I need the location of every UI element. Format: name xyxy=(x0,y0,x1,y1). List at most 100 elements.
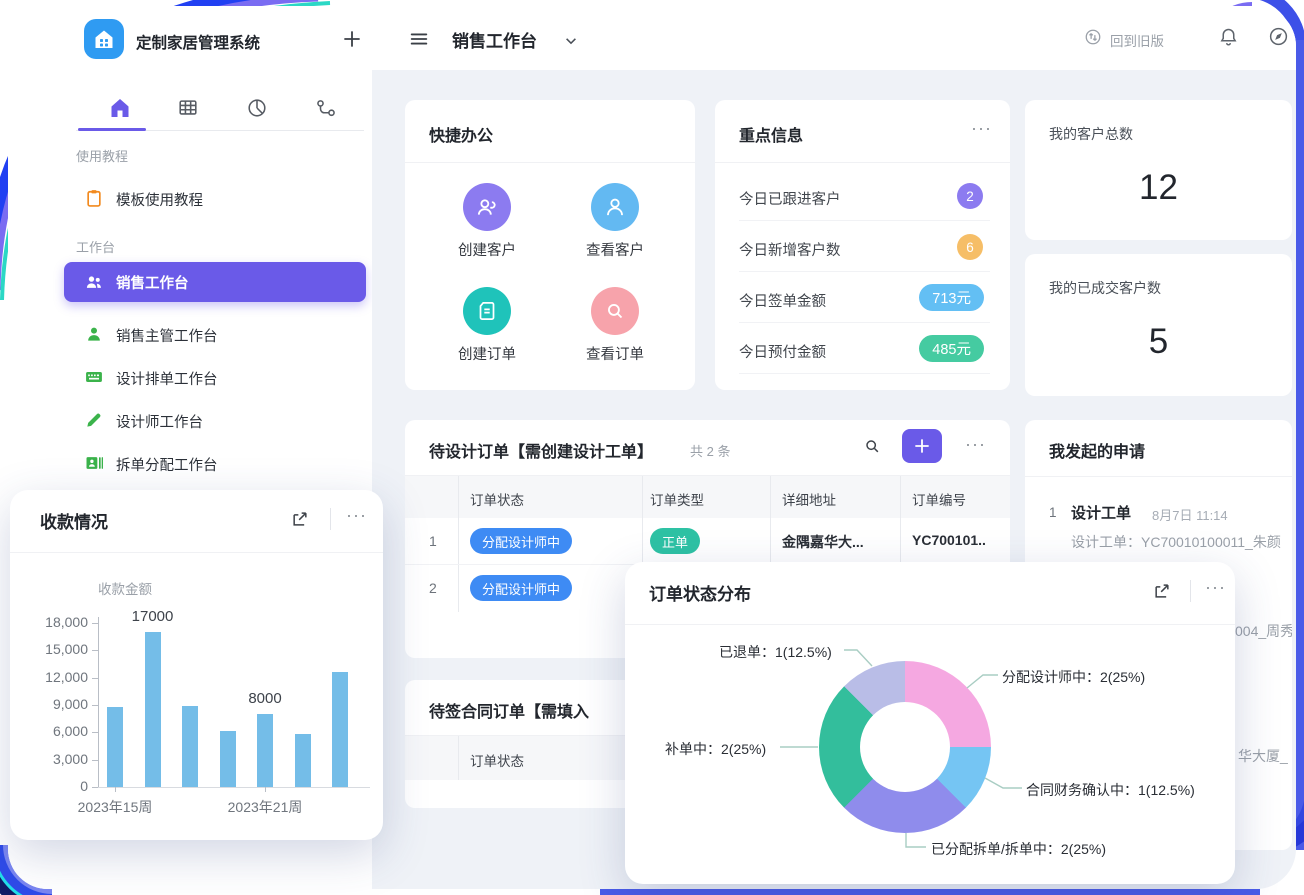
y-tick-label: 0 xyxy=(10,778,88,794)
id-card-icon xyxy=(84,453,104,473)
key-info-card: 重点信息 ··· 今日已跟进客户 2 今日新增客户数 6 今日签单金额 713元… xyxy=(715,100,1010,390)
y-tick-mark xyxy=(92,787,98,788)
y-axis-line xyxy=(98,617,99,787)
y-tick-label: 9,000 xyxy=(10,696,88,712)
bar[interactable] xyxy=(257,714,273,787)
count-badge: 2 xyxy=(957,183,983,209)
stat-card-total-customers: 我的客户总数 12 xyxy=(1025,100,1292,240)
sidebar-item-label: 拆单分配工作台 xyxy=(116,454,218,475)
sidebar-item-label: 销售主管工作台 xyxy=(116,325,218,346)
amount-badge: 713元 xyxy=(919,284,984,311)
sidebar-section-workbench: 工作台 xyxy=(76,237,115,256)
divider xyxy=(715,162,1010,163)
document-icon xyxy=(463,287,511,335)
bar[interactable] xyxy=(107,707,123,787)
more-icon[interactable]: ··· xyxy=(965,434,986,455)
add-workspace-button[interactable] xyxy=(341,28,363,55)
sidebar-item-designer[interactable]: 设计师工作台 xyxy=(64,402,366,438)
item-number: 1 xyxy=(1049,505,1057,520)
external-link-icon[interactable] xyxy=(1152,581,1172,601)
chevron-down-icon[interactable] xyxy=(564,34,578,48)
donut-chart[interactable] xyxy=(819,661,991,833)
people-add-icon xyxy=(463,183,511,231)
row-number: 2 xyxy=(429,580,437,596)
bar[interactable] xyxy=(182,706,198,787)
bar[interactable] xyxy=(145,632,161,787)
search-icon xyxy=(591,287,639,335)
more-icon[interactable]: ··· xyxy=(1205,577,1226,598)
page-title[interactable]: 销售工作台 xyxy=(452,27,537,52)
amount-badge: 485元 xyxy=(919,335,984,362)
y-tick-mark xyxy=(92,678,98,679)
payment-status-card: 收款情况 ··· 收款金额 03,0006,0009,00012,00015,0… xyxy=(10,490,383,840)
card-title: 重点信息 xyxy=(739,122,803,146)
bar-chart[interactable]: 03,0006,0009,00012,00015,00018,000170008… xyxy=(10,490,383,840)
y-tick-mark xyxy=(92,760,98,761)
sidebar-item-label: 设计排单工作台 xyxy=(116,368,218,389)
x-tick-label: 2023年21周 xyxy=(210,797,320,817)
column-header: 订单状态 xyxy=(470,750,524,770)
add-order-button[interactable] xyxy=(902,429,942,463)
order-type-badge: 正单 xyxy=(650,528,700,554)
divider xyxy=(739,322,990,323)
stat-label: 我的客户总数 xyxy=(1049,124,1133,144)
divider xyxy=(739,373,990,374)
address-cell: 金隅嘉华大... xyxy=(782,532,864,552)
bar-value-label: 17000 xyxy=(118,608,188,625)
sidebar-item-order-split[interactable]: 拆单分配工作台 xyxy=(64,445,366,481)
bar-value-label: 8000 xyxy=(230,690,300,707)
y-tick-label: 15,000 xyxy=(10,641,88,657)
donut-label-finance-confirm: 合同财务确认中：1(12.5%) xyxy=(1026,780,1195,800)
bell-icon[interactable] xyxy=(1218,26,1239,47)
tab-home[interactable] xyxy=(108,96,132,125)
people-icon xyxy=(84,272,104,292)
table-row[interactable]: 1 分配设计师中 正单 金隅嘉华大... YC700101.. xyxy=(405,518,1010,565)
x-tick-label: 2023年15周 xyxy=(60,797,170,817)
application-list-item[interactable]: 1 设计工单 8月7日 11:14 设计工单：YC70010100011_朱颜 xyxy=(1025,496,1292,566)
tab-workflow[interactable] xyxy=(315,97,337,124)
quick-action-view-customer[interactable]: 查看客户 xyxy=(591,183,639,260)
more-icon[interactable]: ··· xyxy=(971,118,992,139)
sidebar-item-label: 模板使用教程 xyxy=(116,189,203,210)
person-icon xyxy=(84,324,104,344)
keyboard-icon xyxy=(84,367,104,387)
hamburger-menu-icon[interactable] xyxy=(408,28,430,50)
sidebar-item-design-scheduling[interactable]: 设计排单工作台 xyxy=(64,359,366,395)
donut-label-supplement: 补单中：2(25%) xyxy=(665,739,766,759)
status-badge: 分配设计师中 xyxy=(470,528,572,554)
quick-office-card: 快捷办公 创建客户 查看客户 创建订单 查看订单 xyxy=(405,100,695,390)
y-tick-label: 3,000 xyxy=(10,751,88,767)
sidebar-item-sales-workbench[interactable]: 销售工作台 xyxy=(64,262,366,302)
sidebar-item-label: 销售工作台 xyxy=(116,272,189,293)
divider xyxy=(1190,580,1191,602)
quick-action-create-customer[interactable]: 创建客户 xyxy=(463,183,511,260)
divider xyxy=(625,624,1235,625)
compass-icon[interactable] xyxy=(1268,26,1289,47)
quick-action-create-order[interactable]: 创建订单 xyxy=(463,287,511,364)
x-tick-mark xyxy=(265,787,266,792)
item-time: 8月7日 11:14 xyxy=(1152,505,1228,524)
back-old-version-link[interactable]: 回到旧版 xyxy=(1110,30,1164,50)
count-badge: 6 xyxy=(957,234,983,260)
item-fragment: 004_周秀 xyxy=(1235,621,1292,641)
tab-pie-chart[interactable] xyxy=(246,97,268,124)
bar[interactable] xyxy=(295,734,311,787)
row-number: 1 xyxy=(429,533,437,549)
stat-card-closed-customers: 我的已成交客户数 5 xyxy=(1025,254,1292,396)
restore-version-icon[interactable] xyxy=(1084,28,1102,46)
quick-action-view-order[interactable]: 查看订单 xyxy=(591,287,639,364)
active-tab-underline xyxy=(78,128,146,131)
card-title: 我发起的申请 xyxy=(1049,438,1145,462)
search-icon[interactable] xyxy=(862,436,882,456)
sidebar-item-sales-manager[interactable]: 销售主管工作台 xyxy=(64,316,366,352)
home-building-icon xyxy=(92,27,116,51)
tab-grid[interactable] xyxy=(177,97,199,124)
sidebar-item-label: 设计师工作台 xyxy=(116,411,203,432)
bar[interactable] xyxy=(220,731,236,787)
quick-action-label: 查看订单 xyxy=(579,343,651,364)
y-tick-mark xyxy=(92,623,98,624)
bar[interactable] xyxy=(332,672,348,787)
y-tick-mark xyxy=(92,732,98,733)
stat-value: 12 xyxy=(1025,168,1292,208)
sidebar-item-tutorial[interactable]: 模板使用教程 xyxy=(76,181,372,217)
